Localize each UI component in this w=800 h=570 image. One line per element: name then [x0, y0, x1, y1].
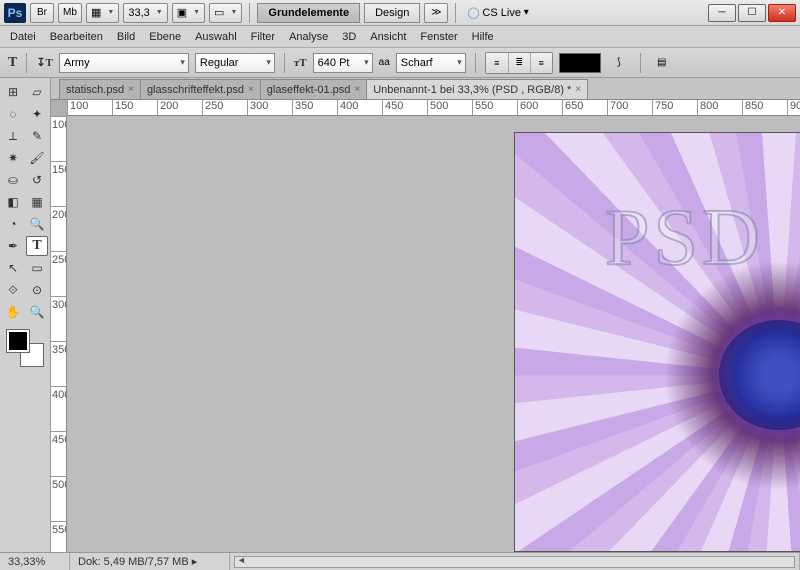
menu-datei[interactable]: Datei [10, 31, 36, 43]
status-bar: 33,33% Dok: 5,49 MB/7,57 MB ▸ [0, 552, 800, 570]
menu-fenster[interactable]: Fenster [420, 31, 457, 43]
dodge-tool[interactable]: 🔍 [26, 214, 48, 234]
type-tool-icon: T [8, 55, 17, 71]
watermark-text: PSD [605, 193, 764, 284]
history-brush-tool[interactable]: ↺ [26, 170, 48, 190]
pen-tool[interactable]: ✒ [2, 236, 24, 256]
character-panel-button[interactable]: ▤ [650, 53, 674, 73]
divider [640, 53, 641, 73]
gradient-tool[interactable]: ▦ [26, 192, 48, 212]
foreground-color-swatch[interactable] [7, 330, 29, 352]
menu-ansicht[interactable]: Ansicht [370, 31, 406, 43]
photoshop-logo: Ps [4, 3, 26, 23]
bridge-button[interactable]: Br [30, 3, 54, 23]
crop-tool[interactable]: ⟂ [2, 126, 24, 146]
menu-filter[interactable]: Filter [251, 31, 275, 43]
document-tab[interactable]: Unbenannt-1 bei 33,3% (PSD , RGB/8) *× [366, 79, 588, 99]
align-left-button[interactable]: ≡ [486, 53, 508, 73]
close-tab-icon[interactable]: × [128, 84, 134, 95]
title-bar: Ps Br Mb ▦ 33,3 ▣ ▭ Grundelemente Design… [0, 0, 800, 26]
text-align-group: ≡ ≣ ≡ [485, 52, 553, 74]
zoom-level[interactable]: 33,33% [0, 553, 70, 570]
blur-tool[interactable]: ◔ [2, 214, 24, 234]
document-tabs: statisch.psd×glasschrifteffekt.psd×glase… [51, 78, 800, 100]
vertical-ruler: 1001502002503003504004505005506006507007… [51, 116, 67, 552]
font-style-dropdown[interactable]: Regular [195, 53, 275, 73]
close-button[interactable]: ✕ [768, 4, 796, 22]
antialias-label: aa [379, 57, 390, 68]
3d-camera-tool[interactable]: ⊙ [26, 280, 48, 300]
cslive-icon: ◯ [467, 6, 479, 19]
close-tab-icon[interactable]: × [354, 84, 360, 95]
menu-analyse[interactable]: Analyse [289, 31, 328, 43]
font-size-dropdown[interactable]: 640 Pt [313, 53, 373, 73]
move-tool[interactable]: ⊞ [2, 82, 24, 102]
horizontal-ruler: 1001502002503003504004505005506006507007… [67, 100, 800, 116]
horizontal-scrollbar[interactable] [234, 556, 795, 568]
align-right-button[interactable]: ≡ [530, 53, 552, 73]
brush-tool[interactable]: 🖌 [26, 148, 48, 168]
workspace-tab-essentials[interactable]: Grundelemente [257, 3, 360, 23]
path-select-tool[interactable]: ↖ [2, 258, 24, 278]
zoom-tool[interactable]: 🔍 [26, 302, 48, 322]
document-tab[interactable]: statisch.psd× [59, 79, 141, 99]
document-tab[interactable]: glasschrifteffekt.psd× [140, 79, 261, 99]
minibridge-button[interactable]: Mb [58, 3, 82, 23]
tool-panel: ⊞▱ ◌✦ ⟂✎ ✷🖌 ⛀↺ ◧▦ ◔🔍 ✒T ↖▭ ⟐⊙ ✋🔍 [0, 78, 51, 552]
3d-tool[interactable]: ⟐ [2, 280, 24, 300]
text-color-swatch[interactable] [559, 53, 601, 73]
cslive-button[interactable]: ◯ CS Live ▾ [463, 3, 532, 23]
image-content: PSD ⌶ [514, 132, 800, 552]
menu-ebene[interactable]: Ebene [149, 31, 181, 43]
minimize-button[interactable]: ─ [708, 4, 736, 22]
font-family-dropdown[interactable]: Army [59, 53, 189, 73]
lasso-tool[interactable]: ◌ [2, 104, 24, 124]
options-bar: T ↧T Army Regular тT 640 Pt aa Scharf ≡ … [0, 48, 800, 78]
flower-center [719, 320, 800, 430]
eyedropper-tool[interactable]: ✎ [26, 126, 48, 146]
maximize-button[interactable]: ☐ [738, 4, 766, 22]
align-center-button[interactable]: ≣ [508, 53, 530, 73]
menu-auswahl[interactable]: Auswahl [195, 31, 237, 43]
stamp-tool[interactable]: ⛀ [2, 170, 24, 190]
type-tool[interactable]: T [26, 236, 48, 256]
marquee-tool[interactable]: ▱ [26, 82, 48, 102]
document-area: statisch.psd×glasschrifteffekt.psd×glase… [51, 78, 800, 552]
doc-size: Dok: 5,49 MB/7,57 MB ▸ [70, 553, 230, 570]
color-swatches[interactable] [7, 330, 43, 366]
close-tab-icon[interactable]: × [575, 84, 581, 95]
eraser-tool[interactable]: ◧ [2, 192, 24, 212]
divider [455, 3, 456, 23]
close-tab-icon[interactable]: × [248, 84, 254, 95]
orientation-icon[interactable]: ↧T [36, 56, 53, 69]
zoom-dropdown[interactable]: 33,3 [123, 3, 167, 23]
canvas[interactable]: PSD ⌶ [67, 116, 800, 552]
arrange-dropdown[interactable]: ▣ [172, 3, 205, 23]
document-tab[interactable]: glaseffekt-01.psd× [260, 79, 367, 99]
healing-tool[interactable]: ✷ [2, 148, 24, 168]
magic-wand-tool[interactable]: ✦ [26, 104, 48, 124]
divider [475, 53, 476, 73]
workspace: ⊞▱ ◌✦ ⟂✎ ✷🖌 ⛀↺ ◧▦ ◔🔍 ✒T ↖▭ ⟐⊙ ✋🔍 statisc… [0, 78, 800, 552]
menu-bearbeiten[interactable]: Bearbeiten [50, 31, 103, 43]
screenmode-dropdown[interactable]: ▭ [209, 3, 242, 23]
divider [249, 3, 250, 23]
menu-bar: Datei Bearbeiten Bild Ebene Auswahl Filter Ana… [0, 26, 800, 48]
workspace-tab-design[interactable]: Design [364, 3, 420, 23]
menu-hilfe[interactable]: Hilfe [472, 31, 494, 43]
menu-bild[interactable]: Bild [117, 31, 135, 43]
hand-tool[interactable]: ✋ [2, 302, 24, 322]
menu-3d[interactable]: 3D [342, 31, 356, 43]
divider [284, 53, 285, 73]
warp-text-button[interactable]: ⟆ [607, 53, 631, 73]
shape-tool[interactable]: ▭ [26, 258, 48, 278]
divider [26, 53, 27, 73]
antialias-dropdown[interactable]: Scharf [396, 53, 466, 73]
workspace-more-button[interactable]: ≫ [424, 3, 448, 23]
font-size-icon: тT [294, 57, 307, 69]
layout-dropdown[interactable]: ▦ [86, 3, 119, 23]
